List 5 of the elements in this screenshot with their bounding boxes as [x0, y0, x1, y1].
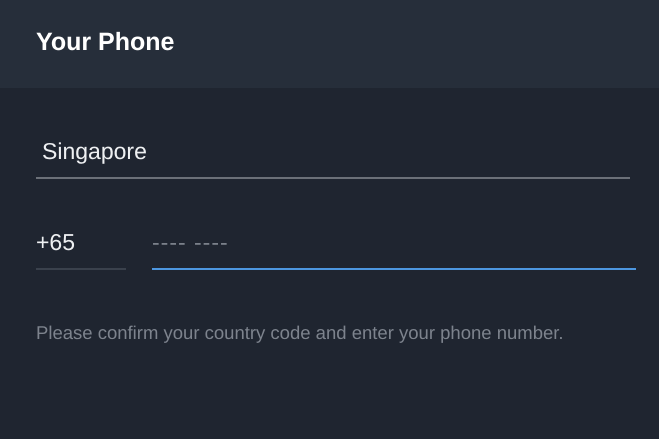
country-code-field[interactable]: +65: [36, 229, 126, 270]
phone-number-field[interactable]: ---- ----: [152, 229, 636, 270]
hint-text: Please confirm your country code and enter your phone number.: [36, 321, 565, 345]
screen-title: Your Phone: [36, 28, 174, 56]
country-field[interactable]: Singapore: [36, 138, 630, 179]
